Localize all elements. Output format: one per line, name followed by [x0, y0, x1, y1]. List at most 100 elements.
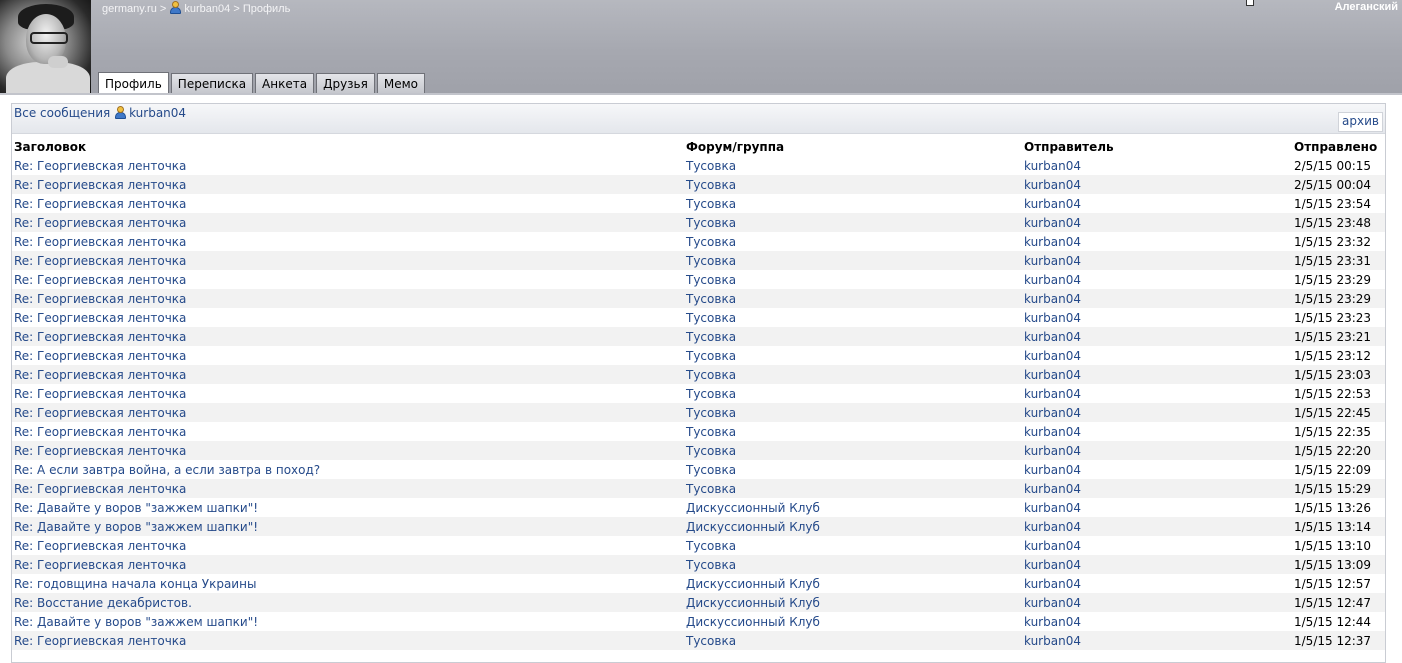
sender-link[interactable]: kurban04 — [1024, 425, 1081, 439]
forum-link[interactable]: Тусовка — [686, 482, 736, 496]
breadcrumb-user-link[interactable]: kurban04 — [184, 3, 230, 15]
forum-link[interactable]: Тусовка — [686, 311, 736, 325]
sender-link[interactable]: kurban04 — [1024, 178, 1081, 192]
forum-link[interactable]: Тусовка — [686, 159, 736, 173]
message-title-link[interactable]: Re: Георгиевская ленточка — [14, 273, 186, 287]
sent-date: 1/5/15 23:31 — [1292, 251, 1385, 270]
forum-link[interactable]: Тусовка — [686, 634, 736, 648]
message-title-link[interactable]: Re: Георгиевская ленточка — [14, 216, 186, 230]
sender-link[interactable]: kurban04 — [1024, 197, 1081, 211]
message-title-link[interactable]: Re: Георгиевская ленточка — [14, 425, 186, 439]
sender-link[interactable]: kurban04 — [1024, 159, 1081, 173]
forum-link[interactable]: Дискуссионный Клуб — [686, 577, 820, 591]
message-title-link[interactable]: Re: Георгиевская ленточка — [14, 482, 186, 496]
cell-title: Re: Георгиевская ленточка — [12, 555, 684, 574]
tab-4[interactable]: Мемо — [376, 73, 425, 93]
forum-link[interactable]: Дискуссионный Клуб — [686, 615, 820, 629]
message-title-link[interactable]: Re: А если завтра война, а если завтра в… — [14, 463, 320, 477]
cell-sender: kurban04 — [1022, 232, 1292, 251]
sender-link[interactable]: kurban04 — [1024, 273, 1081, 287]
column-header-forum: Форум/группа — [686, 139, 785, 154]
sender-link[interactable]: kurban04 — [1024, 577, 1081, 591]
sender-link[interactable]: kurban04 — [1024, 596, 1081, 610]
forum-link[interactable]: Тусовка — [686, 558, 736, 572]
forum-link[interactable]: Тусовка — [686, 425, 736, 439]
sender-link[interactable]: kurban04 — [1024, 558, 1081, 572]
sender-link[interactable]: kurban04 — [1024, 406, 1081, 420]
forum-link[interactable]: Тусовка — [686, 463, 736, 477]
tab-1[interactable]: Переписка — [170, 73, 254, 93]
logged-in-username[interactable]: Алеганский — [1335, 1, 1398, 13]
forum-link[interactable]: Тусовка — [686, 235, 736, 249]
message-title-link[interactable]: Re: Давайте у воров "зажжем шапки"! — [14, 501, 258, 515]
forum-link[interactable]: Дискуссионный Клуб — [686, 520, 820, 534]
message-title-link[interactable]: Re: Давайте у воров "зажжем шапки"! — [14, 520, 258, 534]
message-title-link[interactable]: Re: Георгиевская ленточка — [14, 634, 186, 648]
messages-table-body: Re: Георгиевская ленточка Тусовка kurban04… — [12, 156, 1385, 650]
sender-link[interactable]: kurban04 — [1024, 387, 1081, 401]
message-title-link[interactable]: Re: Георгиевская ленточка — [14, 539, 186, 553]
messages-table: Заголовок Форум/группа Отправитель Отпра… — [12, 137, 1385, 650]
breadcrumb-site-link[interactable]: germany.ru — [102, 3, 157, 15]
message-title-link[interactable]: Re: Георгиевская ленточка — [14, 330, 186, 344]
cell-sender: kurban04 — [1022, 536, 1292, 555]
archive-button[interactable]: архив — [1338, 112, 1383, 132]
forum-link[interactable]: Тусовка — [686, 330, 736, 344]
sender-link[interactable]: kurban04 — [1024, 501, 1081, 515]
forum-link[interactable]: Тусовка — [686, 178, 736, 192]
sender-link[interactable]: kurban04 — [1024, 235, 1081, 249]
message-title-link[interactable]: Re: Георгиевская ленточка — [14, 292, 186, 306]
all-messages-link[interactable]: Все сообщения — [14, 106, 110, 120]
sender-link[interactable]: kurban04 — [1024, 615, 1081, 629]
sender-link[interactable]: kurban04 — [1024, 330, 1081, 344]
sender-link[interactable]: kurban04 — [1024, 634, 1081, 648]
tab-2[interactable]: Анкета — [255, 73, 315, 93]
sender-link[interactable]: kurban04 — [1024, 482, 1081, 496]
sender-link[interactable]: kurban04 — [1024, 254, 1081, 268]
message-title-link[interactable]: Re: Георгиевская ленточка — [14, 368, 186, 382]
sender-link[interactable]: kurban04 — [1024, 368, 1081, 382]
message-title-link[interactable]: Re: Георгиевская ленточка — [14, 254, 186, 268]
message-title-link[interactable]: Re: Георгиевская ленточка — [14, 444, 186, 458]
forum-link[interactable]: Тусовка — [686, 368, 736, 382]
sender-link[interactable]: kurban04 — [1024, 444, 1081, 458]
forum-link[interactable]: Тусовка — [686, 539, 736, 553]
tab-3[interactable]: Друзья — [316, 73, 375, 93]
sender-link[interactable]: kurban04 — [1024, 520, 1081, 534]
forum-link[interactable]: Тусовка — [686, 216, 736, 230]
cell-sender: kurban04 — [1022, 517, 1292, 536]
message-title-link[interactable]: Re: Георгиевская ленточка — [14, 178, 186, 192]
sender-link[interactable]: kurban04 — [1024, 292, 1081, 306]
panel-user-link[interactable]: kurban04 — [129, 106, 186, 120]
forum-link[interactable]: Тусовка — [686, 197, 736, 211]
forum-link[interactable]: Тусовка — [686, 349, 736, 363]
forum-link[interactable]: Дискуссионный Клуб — [686, 501, 820, 515]
sender-link[interactable]: kurban04 — [1024, 311, 1081, 325]
sender-link[interactable]: kurban04 — [1024, 539, 1081, 553]
forum-link[interactable]: Тусовка — [686, 292, 736, 306]
forum-link[interactable]: Тусовка — [686, 444, 736, 458]
cell-title: Re: Георгиевская ленточка — [12, 327, 684, 346]
message-title-link[interactable]: Re: годовщина начала конца Украины — [14, 577, 256, 591]
forum-link[interactable]: Тусовка — [686, 387, 736, 401]
message-title-link[interactable]: Re: Георгиевская ленточка — [14, 197, 186, 211]
sender-link[interactable]: kurban04 — [1024, 349, 1081, 363]
message-title-link[interactable]: Re: Георгиевская ленточка — [14, 406, 186, 420]
forum-link[interactable]: Тусовка — [686, 273, 736, 287]
message-title-link[interactable]: Re: Восстание декабристов. — [14, 596, 192, 610]
message-title-link[interactable]: Re: Георгиевская ленточка — [14, 235, 186, 249]
message-title-link[interactable]: Re: Георгиевская ленточка — [14, 159, 186, 173]
message-title-link[interactable]: Re: Давайте у воров "зажжем шапки"! — [14, 615, 258, 629]
message-title-link[interactable]: Re: Георгиевская ленточка — [14, 349, 186, 363]
sender-link[interactable]: kurban04 — [1024, 216, 1081, 230]
forum-link[interactable]: Дискуссионный Клуб — [686, 596, 820, 610]
profile-header: germany.ru > kurban04 > Профиль Алеганск… — [0, 0, 1402, 95]
document-icon[interactable] — [1246, 0, 1254, 6]
tab-0[interactable]: Профиль — [98, 72, 169, 94]
forum-link[interactable]: Тусовка — [686, 406, 736, 420]
message-title-link[interactable]: Re: Георгиевская ленточка — [14, 558, 186, 572]
sender-link[interactable]: kurban04 — [1024, 463, 1081, 477]
message-title-link[interactable]: Re: Георгиевская ленточка — [14, 387, 186, 401]
message-title-link[interactable]: Re: Георгиевская ленточка — [14, 311, 186, 325]
forum-link[interactable]: Тусовка — [686, 254, 736, 268]
